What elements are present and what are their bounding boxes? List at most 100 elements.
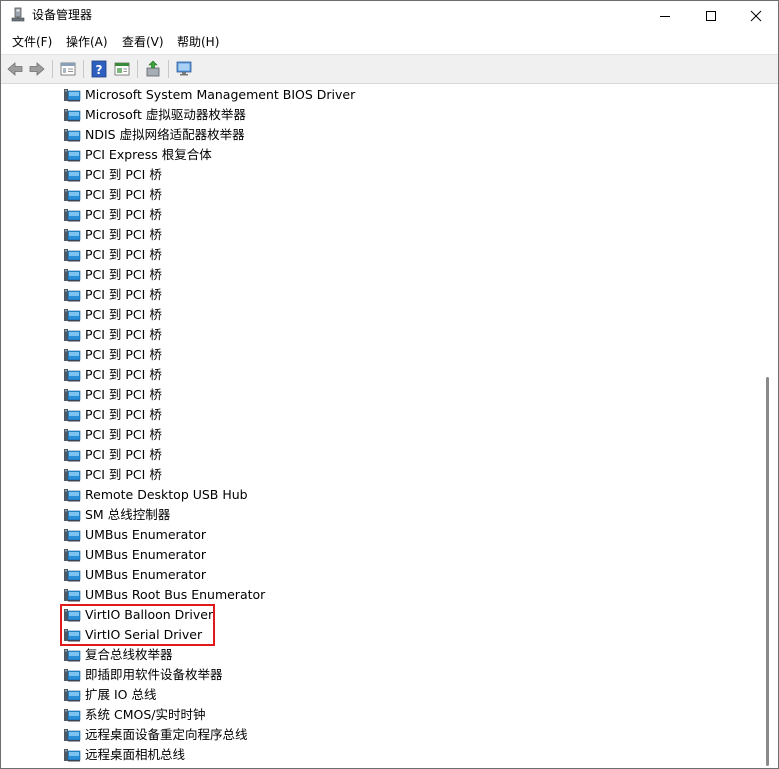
device-manager-icon — [10, 7, 26, 23]
device-name: 远程桌面相机总线 — [85, 747, 186, 762]
device-list-item[interactable]: NDIS 虚拟网络适配器枚举器 — [63, 125, 663, 145]
highlight-annotation — [60, 604, 215, 646]
device-name: UMBus Enumerator — [85, 527, 207, 542]
device-list-item[interactable]: Microsoft 虚拟驱动器枚举器 — [63, 105, 663, 125]
system-device-icon — [63, 327, 81, 343]
system-device-icon — [63, 227, 81, 243]
device-list-item[interactable]: PCI 到 PCI 桥 — [63, 285, 663, 305]
menu-action[interactable]: 操作(A) — [64, 34, 110, 50]
scrollbar-thumb[interactable] — [766, 377, 769, 766]
show-hide-console-tree-button[interactable] — [59, 60, 77, 78]
system-device-icon — [63, 267, 81, 283]
system-device-icon — [63, 367, 81, 383]
device-list-item[interactable]: PCI 到 PCI 桥 — [63, 365, 663, 385]
toolbar-separator — [168, 60, 169, 78]
minimize-button[interactable] — [642, 1, 688, 31]
menu-help[interactable]: 帮助(H) — [175, 34, 221, 50]
device-list-item[interactable]: PCI 到 PCI 桥 — [63, 245, 663, 265]
system-device-icon — [63, 467, 81, 483]
device-list-item[interactable]: PCI 到 PCI 桥 — [63, 385, 663, 405]
toolbar-separator — [83, 60, 84, 78]
device-name: PCI 到 PCI 桥 — [85, 247, 162, 262]
vertical-scrollbar[interactable] — [761, 84, 778, 768]
device-list-item[interactable]: PCI 到 PCI 桥 — [63, 185, 663, 205]
device-list-item[interactable]: UMBus Enumerator — [63, 565, 663, 585]
system-device-icon — [63, 207, 81, 223]
device-list-item[interactable]: PCI 到 PCI 桥 — [63, 165, 663, 185]
system-device-icon — [63, 287, 81, 303]
device-name: PCI 到 PCI 桥 — [85, 467, 162, 482]
system-device-icon — [63, 687, 81, 703]
system-device-icon — [63, 527, 81, 543]
device-list-item[interactable]: UMBus Enumerator — [63, 525, 663, 545]
scan-hardware-button[interactable] — [175, 60, 193, 78]
device-list-item[interactable]: UMBus Enumerator — [63, 545, 663, 565]
forward-button[interactable] — [28, 60, 46, 78]
system-device-icon — [63, 167, 81, 183]
window-title: 设备管理器 — [32, 8, 93, 22]
device-list-item[interactable]: SM 总线控制器 — [63, 505, 663, 525]
device-list-item[interactable]: 即插即用软件设备枚举器 — [63, 665, 663, 685]
svg-text:?: ? — [96, 63, 103, 77]
title-bar[interactable]: 设备管理器 — [1, 1, 778, 31]
device-name: 扩展 IO 总线 — [85, 687, 157, 702]
device-list-item[interactable]: PCI 到 PCI 桥 — [63, 405, 663, 425]
device-name: PCI 到 PCI 桥 — [85, 367, 162, 382]
device-list-item[interactable]: 复合总线枚举器 — [63, 645, 663, 665]
device-name: PCI 到 PCI 桥 — [85, 207, 162, 222]
device-name: PCI 到 PCI 桥 — [85, 227, 162, 242]
device-list-item[interactable]: PCI 到 PCI 桥 — [63, 325, 663, 345]
device-list-item[interactable]: 系统 CMOS/实时时钟 — [63, 705, 663, 725]
close-icon — [750, 10, 762, 22]
system-device-icon — [63, 487, 81, 503]
menu-file[interactable]: 文件(F) — [10, 34, 54, 50]
device-list-item[interactable]: 远程桌面相机总线 — [63, 745, 663, 765]
device-name: PCI 到 PCI 桥 — [85, 167, 162, 182]
system-device-icon — [63, 447, 81, 463]
device-name: 即插即用软件设备枚举器 — [85, 667, 223, 682]
device-list-item[interactable]: Microsoft System Management BIOS Driver — [63, 85, 663, 105]
system-device-icon — [63, 727, 81, 743]
system-device-icon — [63, 587, 81, 603]
device-list-item[interactable]: 扩展 IO 总线 — [63, 685, 663, 705]
close-button[interactable] — [733, 1, 778, 31]
device-name: UMBus Enumerator — [85, 547, 207, 562]
device-name: SM 总线控制器 — [85, 507, 171, 522]
device-name: UMBus Enumerator — [85, 567, 207, 582]
device-list-item[interactable]: Remote Desktop USB Hub — [63, 485, 663, 505]
device-list-item[interactable]: PCI 到 PCI 桥 — [63, 305, 663, 325]
device-name: 复合总线枚举器 — [85, 647, 173, 662]
properties-button[interactable] — [113, 60, 131, 78]
device-list-item[interactable]: PCI 到 PCI 桥 — [63, 445, 663, 465]
device-list-item[interactable]: 远程桌面设备重定向程序总线 — [63, 725, 663, 745]
device-list-item[interactable]: PCI 到 PCI 桥 — [63, 205, 663, 225]
maximize-button[interactable] — [688, 1, 734, 31]
device-list-item[interactable]: UMBus Root Bus Enumerator — [63, 585, 663, 605]
device-list-item[interactable]: PCI 到 PCI 桥 — [63, 465, 663, 485]
device-name: 系统 CMOS/实时时钟 — [85, 707, 206, 722]
device-list-item[interactable]: PCI 到 PCI 桥 — [63, 425, 663, 445]
device-tree[interactable]: Microsoft System Management BIOS Driver … — [1, 84, 761, 768]
menu-view[interactable]: 查看(V) — [120, 34, 166, 50]
device-list-item[interactable]: PCI 到 PCI 桥 — [63, 265, 663, 285]
device-name: PCI 到 PCI 桥 — [85, 187, 162, 202]
update-driver-button[interactable] — [144, 60, 162, 78]
system-device-icon — [63, 127, 81, 143]
toolbar: ? — [1, 54, 778, 84]
system-device-icon — [63, 547, 81, 563]
back-button[interactable] — [6, 60, 24, 78]
device-list-item[interactable]: PCI 到 PCI 桥 — [63, 345, 663, 365]
device-name: PCI 到 PCI 桥 — [85, 347, 162, 362]
device-list-item[interactable]: PCI 到 PCI 桥 — [63, 225, 663, 245]
system-device-icon — [63, 407, 81, 423]
device-name: PCI 到 PCI 桥 — [85, 447, 162, 462]
help-button[interactable]: ? — [90, 60, 108, 78]
device-list-item[interactable]: PCI Express 根复合体 — [63, 145, 663, 165]
system-device-icon — [63, 107, 81, 123]
device-name: PCI 到 PCI 桥 — [85, 407, 162, 422]
system-device-icon — [63, 647, 81, 663]
device-name: PCI 到 PCI 桥 — [85, 387, 162, 402]
device-name: PCI 到 PCI 桥 — [85, 327, 162, 342]
device-name: PCI 到 PCI 桥 — [85, 427, 162, 442]
update-driver-icon — [146, 60, 160, 77]
